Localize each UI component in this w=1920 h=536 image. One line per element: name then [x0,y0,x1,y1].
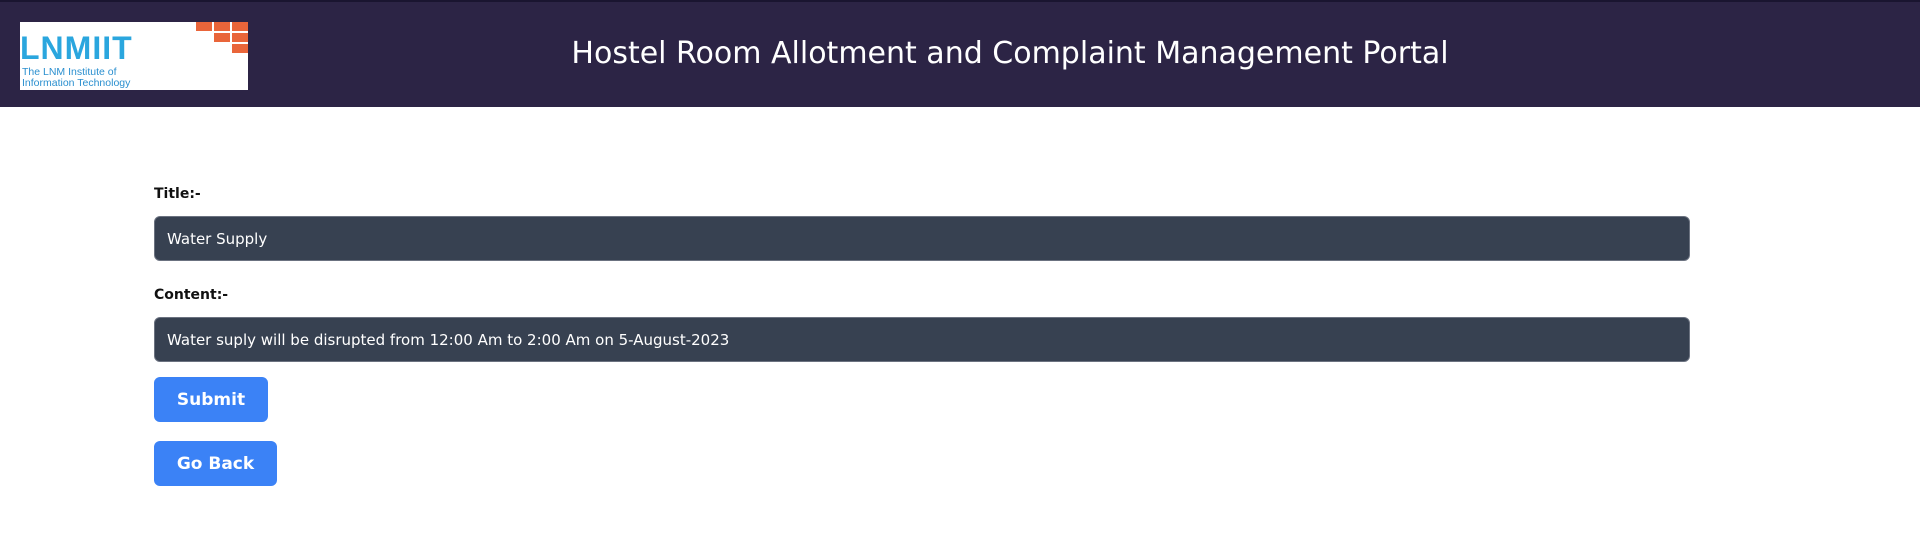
lnmiit-logo[interactable]: LNMIIT The LNM Institute of Information … [20,22,248,90]
logo-subtitle-line2: Information Technology [22,77,131,89]
portal-title: Hostel Room Allotment and Complaint Mana… [571,36,1449,71]
content-label: Content:- [154,287,229,303]
logo-wordmark: LNMIIT [20,30,133,66]
logo-grid-icon [196,22,248,54]
title-input[interactable] [154,216,1690,261]
notice-form: Title:- Content:- [154,184,1690,362]
logo-subtitle: The LNM Institute of Information Technol… [22,67,130,89]
go-back-button[interactable]: Go Back [154,441,277,486]
title-label: Title:- [154,186,201,202]
content-input[interactable] [154,317,1690,362]
submit-button[interactable]: Submit [154,377,268,422]
top-header: LNMIIT The LNM Institute of Information … [0,0,1920,107]
